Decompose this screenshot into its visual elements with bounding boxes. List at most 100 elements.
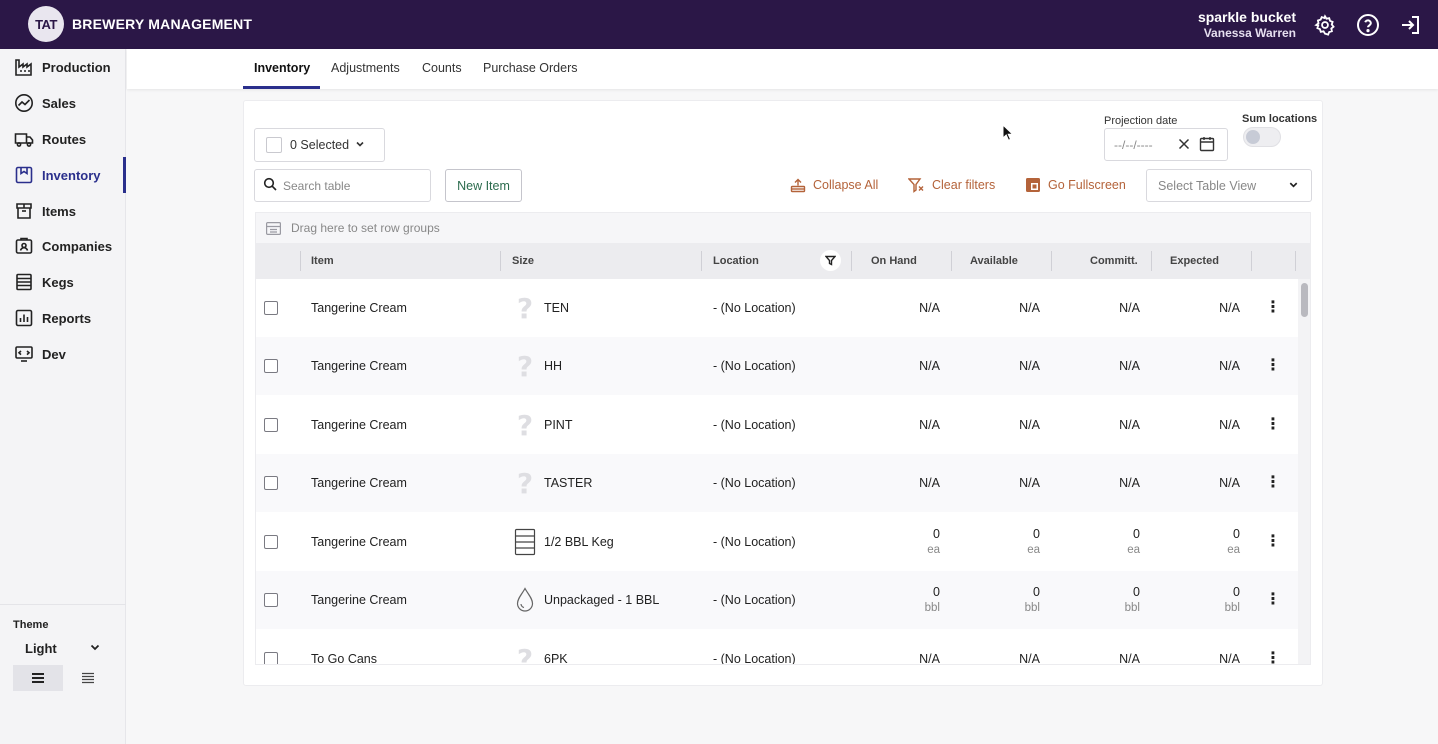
row-checkbox[interactable] bbox=[264, 359, 278, 373]
row-checkbox[interactable] bbox=[264, 535, 278, 549]
row-checkbox[interactable] bbox=[264, 476, 278, 490]
logout-icon[interactable] bbox=[1398, 12, 1424, 38]
row-committed: N/A bbox=[1119, 418, 1140, 432]
mouse-cursor-icon bbox=[1002, 123, 1014, 145]
sidebar-item-dev[interactable]: Dev bbox=[0, 336, 126, 372]
sidebar-item-sales[interactable]: Sales bbox=[0, 85, 126, 121]
tab-inventory[interactable]: Inventory bbox=[254, 61, 310, 75]
row-checkbox[interactable] bbox=[264, 418, 278, 432]
sidebar-item-items[interactable]: Items bbox=[0, 193, 126, 229]
tab-counts[interactable]: Counts bbox=[422, 61, 462, 75]
chevron-down-icon bbox=[89, 641, 101, 656]
table-row[interactable]: Tangerine Cream ? TEN - (No Location) N/… bbox=[256, 279, 1298, 337]
table-view-select[interactable]: Select Table View bbox=[1146, 169, 1312, 202]
sidebar-item-label: Items bbox=[42, 203, 76, 219]
theme-select[interactable]: Light bbox=[13, 634, 113, 662]
row-checkbox[interactable] bbox=[264, 593, 278, 607]
sum-locations-toggle[interactable] bbox=[1243, 127, 1281, 147]
projection-date-label: Projection date bbox=[1104, 115, 1178, 127]
sidebar-item-kegs[interactable]: Kegs bbox=[0, 264, 126, 300]
sidebar-item-companies[interactable]: Companies bbox=[0, 228, 126, 264]
row-unit: ea bbox=[1227, 544, 1240, 556]
row-on-hand: 0 ea bbox=[880, 527, 940, 556]
row-on-hand: N/A bbox=[919, 359, 940, 373]
column-header-item[interactable]: Item bbox=[311, 243, 334, 279]
density-comfortable-button[interactable] bbox=[13, 665, 63, 691]
collapse-all-button[interactable]: Collapse All bbox=[790, 177, 878, 193]
sidebar-item-label: Companies bbox=[42, 238, 113, 254]
sum-locations-label: Sum locations bbox=[1242, 113, 1318, 125]
row-committed: N/A bbox=[1119, 652, 1140, 665]
row-location: - (No Location) bbox=[713, 301, 796, 315]
help-icon[interactable] bbox=[1355, 12, 1381, 38]
sidebar-item-routes[interactable]: Routes bbox=[0, 121, 126, 157]
grid-scrollbar-track[interactable] bbox=[1298, 279, 1310, 664]
table-row[interactable]: To Go Cans ? 6PK - (No Location) N/A N/A… bbox=[256, 630, 1298, 665]
row-on-hand: 0 bbl bbox=[880, 585, 940, 614]
row-group-drop-zone[interactable]: Drag here to set row groups bbox=[256, 213, 1310, 243]
column-header-committed[interactable]: Committ. bbox=[1090, 243, 1138, 279]
search-box[interactable] bbox=[254, 169, 431, 202]
tab-purchase-orders[interactable]: Purchase Orders bbox=[483, 61, 577, 75]
truck-icon bbox=[14, 129, 34, 149]
row-checkbox[interactable] bbox=[264, 652, 278, 664]
row-location: - (No Location) bbox=[713, 593, 796, 607]
sidebar-item-reports[interactable]: Reports bbox=[0, 300, 126, 336]
density-compact-button[interactable] bbox=[63, 665, 113, 691]
column-separator bbox=[1151, 251, 1152, 271]
table-row[interactable]: Tangerine Cream 1/2 BBL Keg - (No Locati… bbox=[256, 513, 1298, 571]
row-unit: bbl bbox=[1124, 602, 1140, 614]
search-input[interactable] bbox=[283, 178, 423, 193]
user-info[interactable]: sparkle bucket Vanessa Warren bbox=[1198, 9, 1296, 40]
row-item: Tangerine Cream bbox=[311, 301, 407, 315]
inventory-grid: Drag here to set row groups Item Size Lo… bbox=[255, 212, 1311, 665]
row-menu-icon[interactable]: ⋮ bbox=[1264, 532, 1282, 552]
selection-dropdown[interactable]: 0 Selected bbox=[254, 128, 385, 162]
gear-icon[interactable] bbox=[1312, 12, 1338, 38]
row-committed: 0 ea bbox=[1080, 527, 1140, 556]
tab-adjustments[interactable]: Adjustments bbox=[331, 61, 400, 75]
row-menu-icon[interactable]: ⋮ bbox=[1264, 473, 1282, 493]
location-filter-icon[interactable] bbox=[820, 250, 841, 271]
row-unit: ea bbox=[1027, 544, 1040, 556]
column-header-location[interactable]: Location bbox=[713, 243, 759, 279]
table-row[interactable]: Tangerine Cream Unpackaged - 1 BBL - (No… bbox=[256, 571, 1298, 629]
row-menu-icon[interactable]: ⋮ bbox=[1264, 415, 1282, 435]
inventory-icon bbox=[14, 165, 34, 185]
calendar-icon[interactable] bbox=[1199, 136, 1215, 155]
table-row[interactable]: Tangerine Cream ? HH - (No Location) N/A… bbox=[256, 337, 1298, 395]
sidebar-item-inventory[interactable]: Inventory bbox=[0, 157, 126, 193]
grid-scrollbar-thumb[interactable] bbox=[1301, 283, 1308, 317]
row-checkbox[interactable] bbox=[264, 301, 278, 315]
row-menu-icon[interactable]: ⋮ bbox=[1264, 356, 1282, 376]
row-size: 6PK bbox=[544, 652, 568, 665]
new-item-button[interactable]: New Item bbox=[445, 169, 522, 202]
clear-filters-button[interactable]: Clear filters bbox=[908, 177, 995, 193]
row-available: N/A bbox=[1019, 301, 1040, 315]
question-icon: ? bbox=[516, 466, 534, 500]
column-header-available[interactable]: Available bbox=[970, 243, 1018, 279]
column-header-on-hand[interactable]: On Hand bbox=[871, 243, 917, 279]
column-header-size[interactable]: Size bbox=[512, 243, 534, 279]
app-logo[interactable]: TAT bbox=[28, 6, 64, 42]
projection-date-input[interactable]: --/--/---- bbox=[1104, 128, 1228, 161]
row-menu-icon[interactable]: ⋮ bbox=[1264, 590, 1282, 610]
row-committed: N/A bbox=[1119, 301, 1140, 315]
row-available: N/A bbox=[1019, 418, 1040, 432]
sidebar-item-production[interactable]: Production bbox=[0, 49, 126, 85]
column-separator bbox=[951, 251, 952, 271]
clear-filters-label: Clear filters bbox=[932, 178, 996, 192]
table-row[interactable]: Tangerine Cream ? TASTER - (No Location)… bbox=[256, 454, 1298, 512]
clear-date-icon[interactable] bbox=[1177, 137, 1191, 154]
table-row[interactable]: Tangerine Cream ? PINT - (No Location) N… bbox=[256, 396, 1298, 454]
go-fullscreen-button[interactable]: Go Fullscreen bbox=[1025, 177, 1126, 193]
row-available: 0 ea bbox=[980, 527, 1040, 556]
column-header-expected[interactable]: Expected bbox=[1170, 243, 1219, 279]
row-committed: 0 bbl bbox=[1080, 585, 1140, 614]
row-menu-icon[interactable]: ⋮ bbox=[1264, 649, 1282, 665]
select-all-checkbox[interactable] bbox=[266, 137, 282, 153]
row-item: Tangerine Cream bbox=[311, 359, 407, 373]
sidebar-item-label: Sales bbox=[42, 95, 76, 111]
row-menu-icon[interactable]: ⋮ bbox=[1264, 298, 1282, 318]
column-separator bbox=[1251, 251, 1252, 271]
